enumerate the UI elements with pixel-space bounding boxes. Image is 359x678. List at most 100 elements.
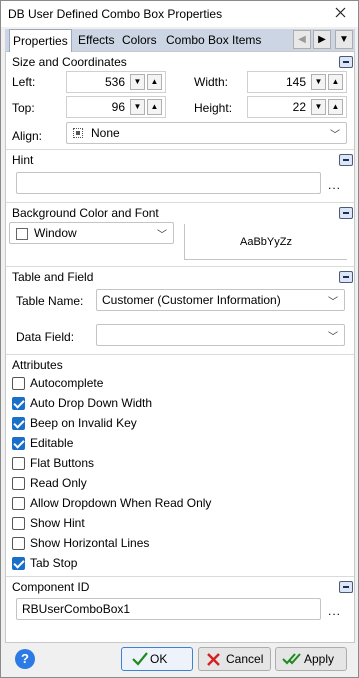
checkbox-label: Auto Drop Down Width	[30, 396, 153, 410]
window-title: DB User Defined Combo Box Properties	[8, 7, 223, 21]
apply-button-label: Apply	[304, 652, 335, 666]
checkbox[interactable]	[12, 437, 25, 450]
spin-down-icon: ▼	[133, 77, 142, 86]
checkbox-label: Autocomplete	[30, 376, 104, 390]
color-swatch-icon	[16, 228, 28, 240]
component-id-ellipsis-button[interactable]: ...	[328, 604, 341, 618]
top-value: 96	[111, 100, 125, 114]
font-preview-text: AaBbYyZz	[240, 236, 292, 248]
tab-bar: Properties Effects Colors Combo Box Item…	[5, 29, 355, 52]
ok-button[interactable]: OK	[121, 647, 193, 671]
align-label: Align:	[12, 129, 43, 143]
tab-properties[interactable]: Properties	[9, 29, 72, 52]
height-spin-down[interactable]: ▼	[311, 99, 326, 115]
divider	[6, 202, 354, 203]
left-input[interactable]: 536 ▼ ▲	[66, 71, 166, 93]
collapse-component-id-button[interactable]	[339, 581, 353, 593]
divider	[6, 266, 354, 267]
checkbox[interactable]	[12, 377, 25, 390]
cancel-button-label: Cancel	[226, 652, 264, 666]
data-field-label: Data Field:	[16, 330, 75, 344]
checkbox-label: Tab Stop	[30, 556, 78, 570]
spin-up-icon: ▲	[150, 77, 159, 86]
align-none-icon	[73, 128, 83, 138]
cancel-button[interactable]: Cancel	[198, 647, 271, 671]
ok-button-label: OK	[150, 652, 168, 666]
spin-down-icon: ▼	[133, 102, 142, 111]
chevron-down-icon: ﹀	[328, 332, 338, 343]
height-value: 22	[292, 100, 306, 114]
double-checkmark-icon	[282, 653, 301, 665]
checkbox[interactable]	[12, 537, 25, 550]
data-field-select[interactable]: ﹀	[96, 324, 345, 346]
checkbox-label: Show Hint	[30, 516, 85, 530]
table-name-value: Customer (Customer Information)	[102, 293, 281, 307]
section-title-attributes: Attributes	[12, 358, 66, 372]
left-label: Left:	[12, 75, 36, 89]
collapse-table-field-button[interactable]	[339, 271, 353, 283]
collapse-bg-font-button[interactable]	[339, 207, 353, 219]
section-title-bg-font: Background Color and Font	[12, 206, 162, 220]
checkbox[interactable]	[12, 477, 25, 490]
divider	[6, 354, 354, 355]
close-button[interactable]	[328, 3, 352, 25]
apply-button[interactable]: Apply	[275, 647, 347, 671]
spin-up-icon: ▲	[150, 102, 159, 111]
tab-scroll-right-button[interactable]: ▶	[313, 30, 331, 49]
width-value: 145	[285, 75, 306, 89]
left-spin-down[interactable]: ▼	[130, 74, 145, 90]
component-id-value: RBUserComboBox1	[22, 602, 131, 616]
checkbox[interactable]	[12, 417, 25, 430]
top-spin-up[interactable]: ▲	[147, 99, 162, 115]
checkbox[interactable]	[12, 517, 25, 530]
top-spin-down[interactable]: ▼	[130, 99, 145, 115]
height-input[interactable]: 22 ▼ ▲	[247, 96, 347, 118]
component-id-input[interactable]: RBUserComboBox1	[16, 598, 321, 620]
width-input[interactable]: 145 ▼ ▲	[247, 71, 347, 93]
checkbox-label: Beep on Invalid Key	[30, 416, 137, 430]
width-label: Width:	[194, 75, 229, 89]
height-spin-up[interactable]: ▲	[328, 99, 343, 115]
section-title-size: Size and Coordinates	[12, 55, 130, 69]
collapse-hint-button[interactable]	[339, 154, 353, 166]
width-spin-up[interactable]: ▲	[328, 74, 343, 90]
spin-up-icon: ▲	[331, 102, 340, 111]
checkbox[interactable]	[12, 497, 25, 510]
chevron-down-icon: ﹀	[157, 230, 167, 241]
chevron-right-icon: ▶	[318, 34, 326, 45]
section-title-hint: Hint	[12, 153, 37, 167]
tab-dropdown-button[interactable]: ▼	[335, 30, 353, 49]
hint-ellipsis-button[interactable]: ...	[328, 178, 341, 192]
left-spin-up[interactable]: ▲	[147, 74, 162, 90]
top-input[interactable]: 96 ▼ ▲	[66, 96, 166, 118]
top-label: Top:	[12, 101, 35, 115]
spin-up-icon: ▲	[331, 77, 340, 86]
dialog-window: DB User Defined Combo Box Properties Pro…	[0, 0, 359, 678]
background-color-select[interactable]: Window ﹀	[9, 222, 174, 244]
checkbox-label: Editable	[30, 436, 74, 450]
checkmark-icon	[132, 652, 148, 666]
section-title-component-id: Component ID	[12, 580, 93, 594]
checkbox-label: Read Only	[30, 476, 87, 490]
align-value: None	[91, 126, 120, 140]
tab-scroll-left-button[interactable]: ◀	[293, 30, 311, 49]
width-spin-down[interactable]: ▼	[311, 74, 326, 90]
cancel-x-icon	[207, 653, 220, 666]
hint-input[interactable]	[16, 172, 321, 194]
checkbox[interactable]	[12, 557, 25, 570]
left-value: 536	[104, 75, 125, 89]
divider	[6, 576, 354, 577]
collapse-size-button[interactable]	[339, 56, 353, 68]
help-icon[interactable]: ?	[15, 649, 35, 669]
chevron-left-icon: ◀	[298, 34, 306, 45]
divider	[6, 149, 354, 150]
font-preview-button[interactable]: AaBbYyZz	[184, 224, 347, 260]
tab-effects[interactable]: Effects	[75, 29, 117, 51]
checkbox[interactable]	[12, 397, 25, 410]
tab-combo-box-items[interactable]: Combo Box Items	[163, 29, 264, 51]
tab-colors[interactable]: Colors	[119, 29, 160, 51]
table-name-select[interactable]: Customer (Customer Information) ﹀	[96, 289, 345, 311]
height-label: Height:	[194, 101, 233, 115]
align-select[interactable]: None ﹀	[66, 122, 347, 144]
checkbox[interactable]	[12, 457, 25, 470]
